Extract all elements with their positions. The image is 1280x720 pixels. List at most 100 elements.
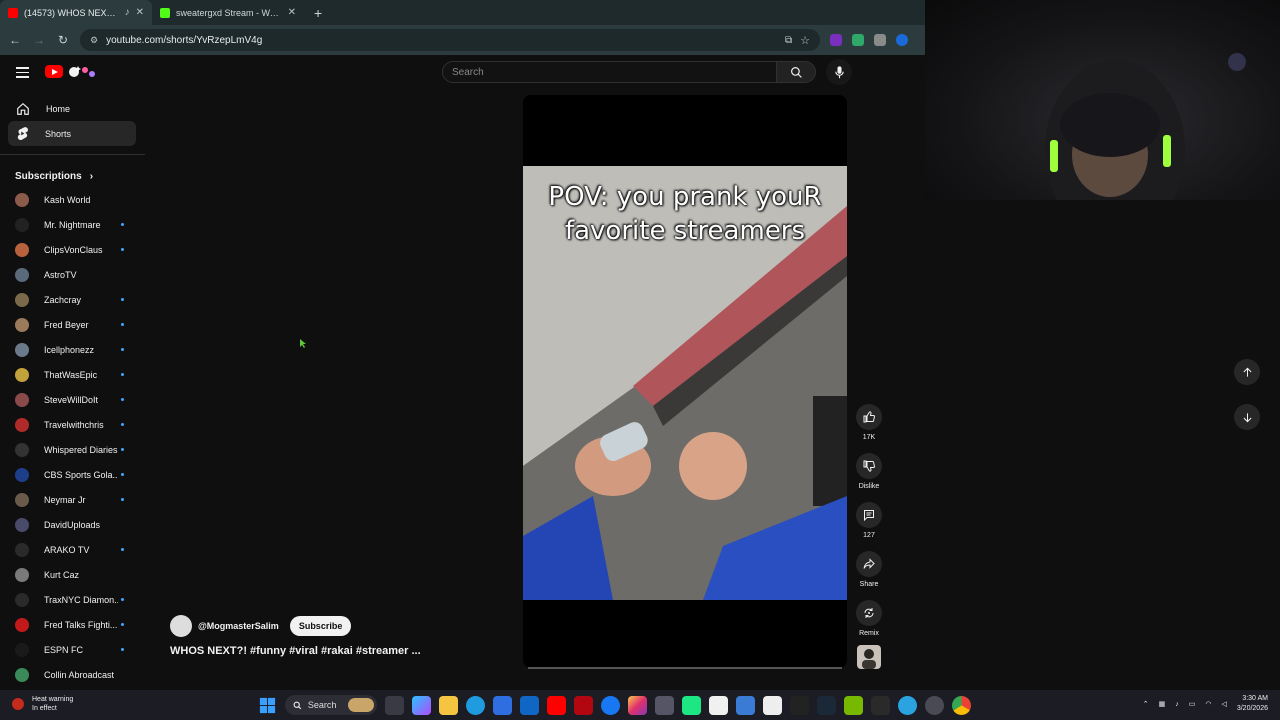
sound-thumbnail[interactable]	[857, 645, 881, 669]
dislike-button[interactable]	[856, 453, 882, 479]
facebook-icon[interactable]	[601, 695, 620, 715]
extension-icon[interactable]	[852, 34, 864, 46]
epic-games-icon[interactable]	[871, 695, 890, 715]
taskbar-search[interactable]: Search	[285, 695, 377, 715]
sidebar-subscription-item[interactable]: SteveWillDoIt	[0, 387, 145, 412]
sidebar-subscription-item[interactable]: Fred Talks Fighti...	[0, 612, 145, 637]
sidebar-subscription-item[interactable]: ARAKO TV	[0, 537, 145, 562]
voice-search-button[interactable]	[826, 59, 852, 85]
like-button[interactable]	[856, 404, 882, 430]
app-icon[interactable]	[736, 695, 755, 715]
new-content-dot-icon	[121, 623, 124, 626]
instagram-icon[interactable]	[628, 695, 647, 715]
sidebar-subscription-item[interactable]: AstroTV	[0, 262, 145, 287]
sidebar-subscription-item[interactable]: Whispered Diaries	[0, 437, 145, 462]
video-frame-image[interactable]: POV: you prank youR favorite streamers	[523, 166, 847, 600]
clock[interactable]: 3:30 AM 3/20/2026	[1237, 694, 1268, 714]
volume-icon[interactable]: ◁	[1221, 700, 1226, 708]
next-short-button[interactable]	[1234, 404, 1260, 430]
sidebar-subscription-item[interactable]: Zachcray	[0, 287, 145, 312]
settings-gear-icon[interactable]	[925, 695, 944, 715]
subscribe-button[interactable]: Subscribe	[289, 616, 352, 636]
share-action[interactable]: Share	[855, 551, 883, 600]
sidebar-subscription-item[interactable]: ClipsVonClaus	[0, 237, 145, 262]
steam-icon[interactable]	[817, 695, 836, 715]
forward-icon[interactable]: →	[32, 33, 46, 47]
amazon-icon[interactable]	[709, 695, 728, 715]
sidebar-subscription-item[interactable]: Neymar Jr	[0, 487, 145, 512]
search-button[interactable]	[776, 61, 816, 83]
sidebar-item-home[interactable]: Home	[0, 96, 145, 121]
bookmark-star-icon[interactable]: ☆	[800, 34, 810, 47]
app-icon[interactable]	[655, 695, 674, 715]
new-tab-icon[interactable]: +	[304, 5, 332, 21]
tab-youtube[interactable]: (14573) WHOS NEXT?! #funn ♪ ✕	[0, 0, 152, 25]
file-explorer-icon[interactable]	[439, 695, 458, 715]
sidebar-subscription-item[interactable]: Collin Abroadcast	[0, 662, 145, 687]
app-tray-icon[interactable]: ▦	[1159, 700, 1166, 708]
tab-kick[interactable]: sweatergxd Stream - Watch Live ✕	[152, 0, 304, 25]
task-view-icon[interactable]	[385, 695, 404, 715]
shorts-video-player[interactable]: POV: you prank youR favorite streamers	[523, 95, 847, 668]
channel-avatar[interactable]	[170, 615, 192, 637]
comments-button[interactable]	[856, 502, 882, 528]
sidebar-subscription-item[interactable]: Kash World	[0, 187, 145, 212]
wifi-icon[interactable]: ◠	[1205, 700, 1211, 708]
copilot-icon[interactable]	[412, 695, 431, 715]
extension-icon[interactable]	[896, 34, 908, 46]
sidebar-subscription-item[interactable]: Kurt Caz	[0, 562, 145, 587]
subscriptions-heading[interactable]: Subscriptions ›	[0, 165, 145, 187]
store-icon[interactable]	[493, 695, 512, 715]
capcut-icon[interactable]	[763, 695, 782, 715]
like-action[interactable]: 17K	[855, 404, 883, 453]
outlook-icon[interactable]	[520, 695, 539, 715]
speaker-icon[interactable]: ♪	[125, 7, 130, 18]
edge-icon[interactable]	[466, 695, 485, 715]
back-icon[interactable]: ←	[8, 33, 22, 47]
channel-name[interactable]: @MogmasterSalim	[198, 621, 279, 631]
address-bar[interactable]: ⚙ youtube.com/shorts/YvRzepLmV4g ⧉ ☆	[80, 29, 820, 51]
video-progress-bar[interactable]	[528, 667, 842, 669]
doodle-icon[interactable]	[66, 64, 100, 80]
previous-short-button[interactable]	[1234, 359, 1260, 385]
sidebar-subscription-item[interactable]: Fred Beyer	[0, 312, 145, 337]
sidebar-subscription-item[interactable]: Travelwithchris	[0, 412, 145, 437]
hulu-icon[interactable]	[682, 695, 701, 715]
remix-button[interactable]	[856, 600, 882, 626]
sidebar-subscription-item[interactable]: Icellphonezz	[0, 337, 145, 362]
nvidia-icon[interactable]	[844, 695, 863, 715]
kick-extension-icon[interactable]	[830, 34, 842, 46]
dislike-action[interactable]: Dislike	[855, 453, 883, 502]
windows-start-icon[interactable]	[258, 696, 277, 715]
close-tab-icon[interactable]: ✕	[136, 7, 144, 18]
menu-icon[interactable]	[16, 67, 29, 81]
close-tab-icon[interactable]: ✕	[288, 7, 296, 18]
site-info-icon[interactable]: ⚙	[90, 35, 98, 46]
chrome-icon[interactable]	[952, 695, 971, 715]
heat-warning-icon	[12, 698, 24, 710]
remix-action[interactable]: Remix	[855, 600, 883, 649]
comments-action[interactable]: 127	[855, 502, 883, 551]
extension-icon[interactable]	[874, 34, 886, 46]
sidebar-subscription-item[interactable]: CBS Sports Gola...	[0, 462, 145, 487]
youtube-logo[interactable]	[45, 65, 63, 78]
app-icon[interactable]	[790, 695, 809, 715]
netflix-icon[interactable]	[574, 695, 593, 715]
sidebar-subscription-item[interactable]: TraxNYC Diamon...	[0, 587, 145, 612]
weather-widget[interactable]: Heat warning In effect	[12, 695, 73, 713]
reload-icon[interactable]: ↻	[56, 33, 70, 47]
sidebar-subscription-item[interactable]: Mr. Nightmare	[0, 212, 145, 237]
search-input[interactable]: Search	[442, 61, 777, 83]
microphone-icon[interactable]: ♪	[1175, 701, 1179, 708]
share-button[interactable]	[856, 551, 882, 577]
video-title[interactable]: WHOS NEXT?! #funny #viral #rakai #stream…	[170, 645, 421, 657]
sidebar-subscription-item[interactable]: ThatWasEpic	[0, 362, 145, 387]
network-icon[interactable]: ▭	[1189, 700, 1196, 708]
sidebar-subscription-item[interactable]: DavidUploads	[0, 512, 145, 537]
chevron-up-icon[interactable]: ⌃	[1143, 700, 1149, 708]
telegram-icon[interactable]	[898, 695, 917, 715]
youtube-app-icon[interactable]	[547, 695, 566, 715]
sidebar-item-shorts[interactable]: Shorts	[8, 121, 136, 146]
sidebar-subscription-item[interactable]: ESPN FC	[0, 637, 145, 662]
install-app-icon[interactable]: ⧉	[785, 35, 792, 46]
